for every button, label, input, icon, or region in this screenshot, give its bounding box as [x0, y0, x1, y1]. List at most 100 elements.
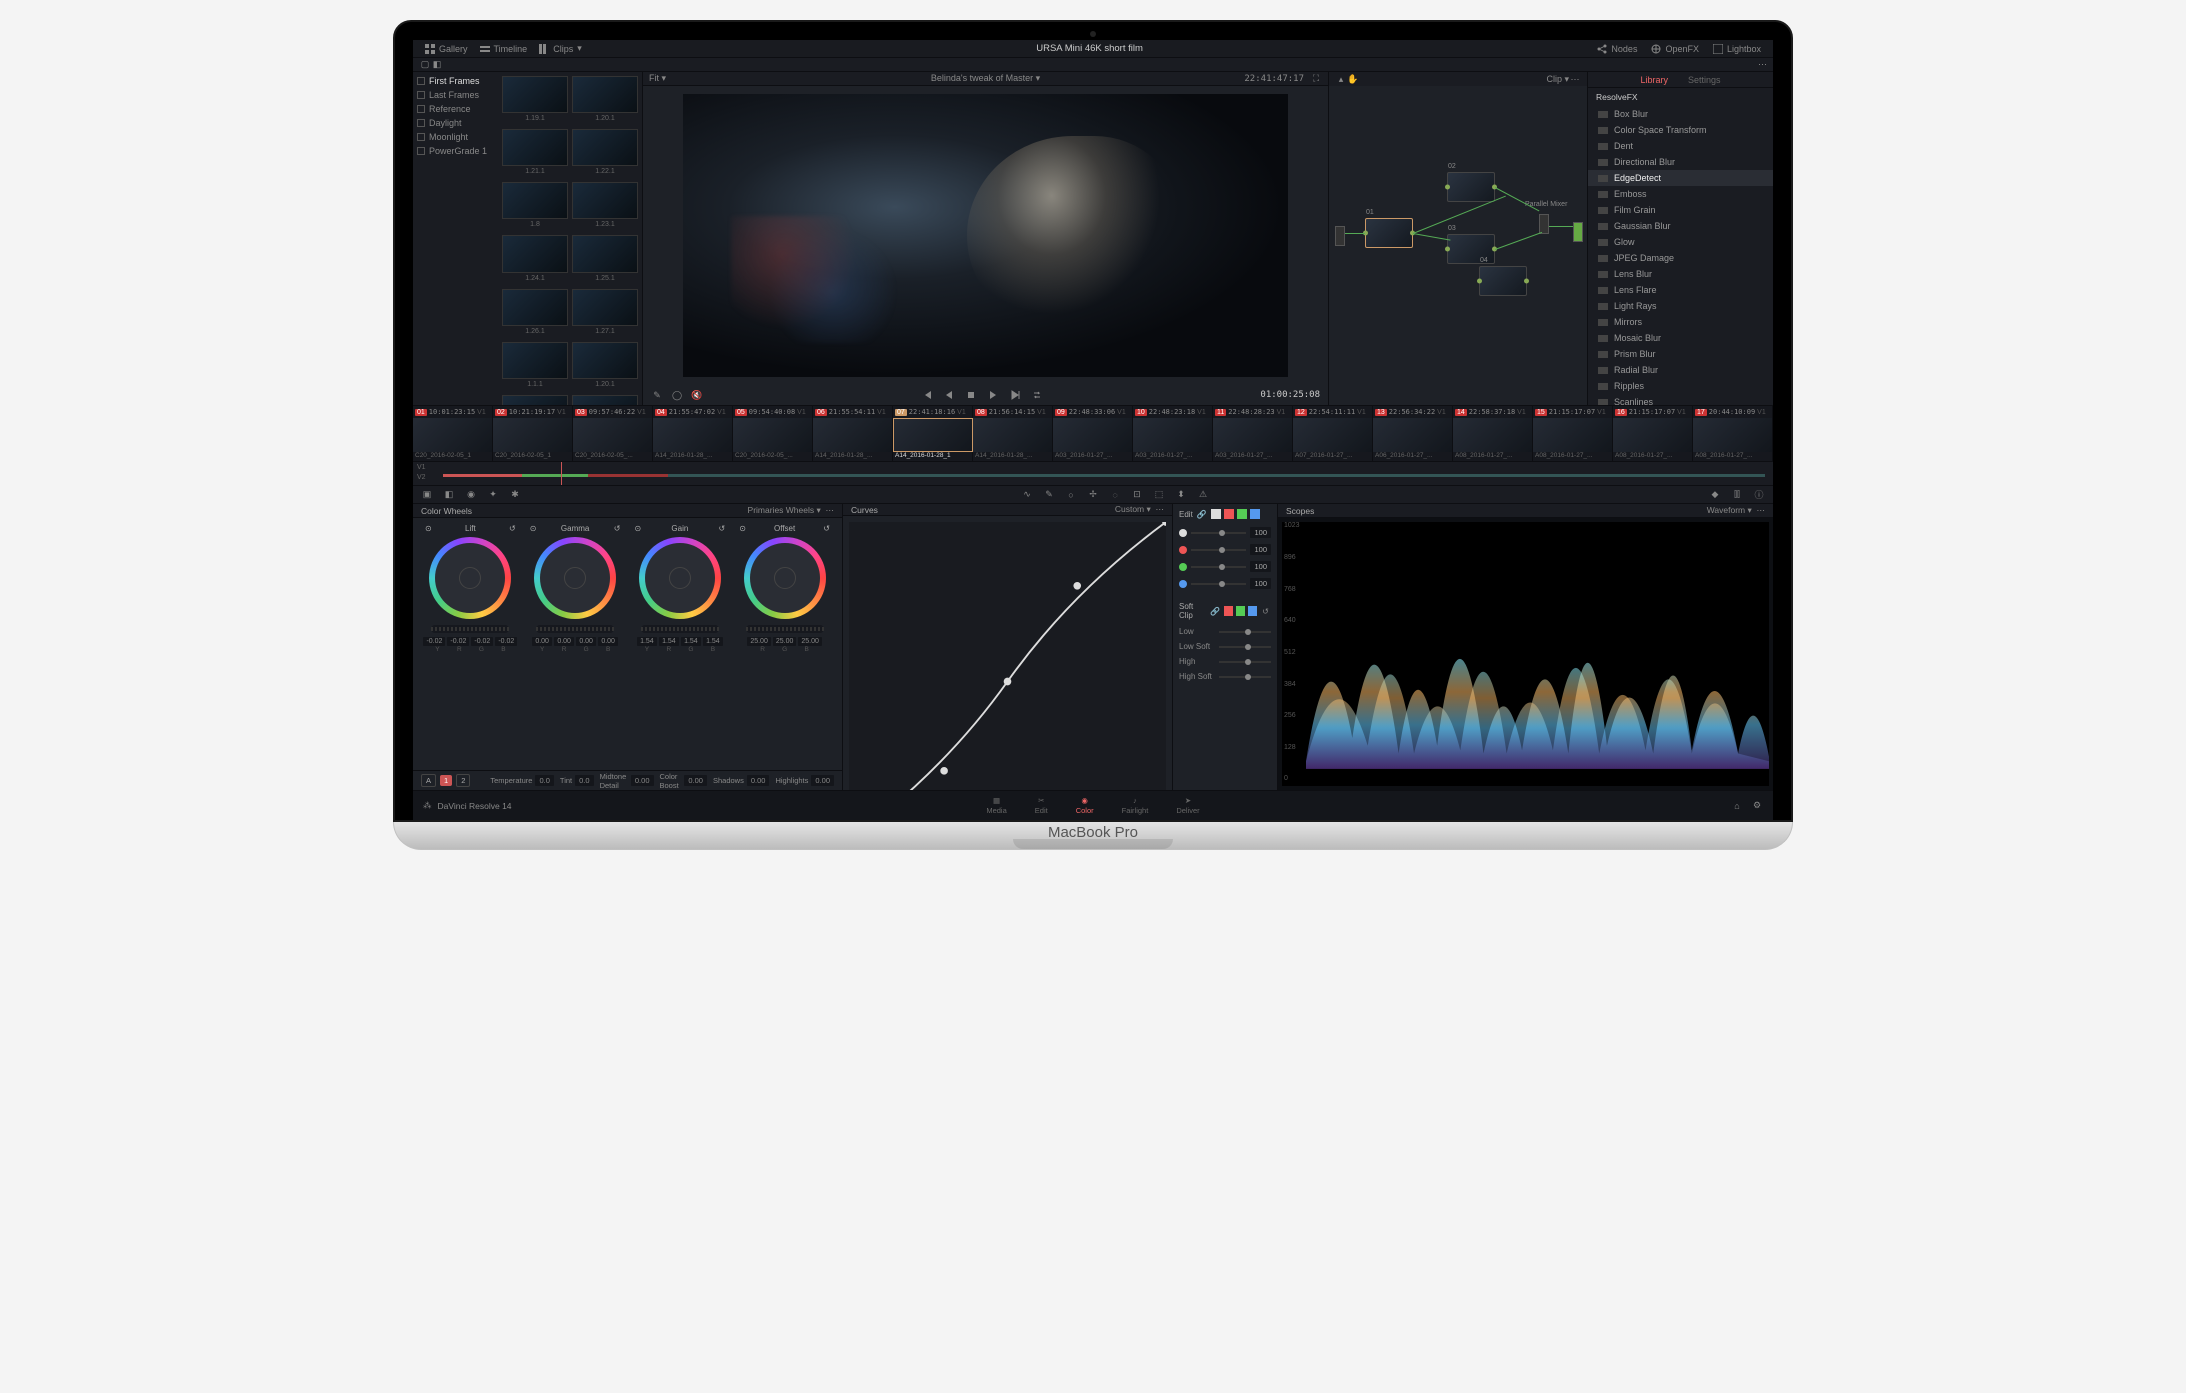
scopes-mode[interactable]: Waveform	[1707, 505, 1745, 515]
preset-2[interactable]: 2	[456, 774, 470, 787]
graph-input[interactable]	[1335, 226, 1345, 246]
clip-meta[interactable]: 1621:15:17:07V1	[1613, 406, 1693, 418]
wheels-icon[interactable]: ◉	[465, 489, 477, 501]
color-wheel[interactable]	[534, 537, 616, 619]
grade-name[interactable]: Belinda's tweak of Master ▾	[931, 73, 1040, 84]
fx-item[interactable]: Light Rays	[1588, 298, 1773, 314]
keyframe-icon[interactable]: ◆	[1709, 489, 1721, 501]
preset-1[interactable]: 1	[440, 775, 452, 786]
link-icon[interactable]: 🔗	[1196, 508, 1208, 520]
motion-icon[interactable]: ✱	[509, 489, 521, 501]
fx-item[interactable]: Mosaic Blur	[1588, 330, 1773, 346]
b-channel[interactable]	[1250, 509, 1260, 519]
color-wheel[interactable]	[639, 537, 721, 619]
clip-thumb[interactable]	[1293, 418, 1373, 452]
wheel-value[interactable]: 0.00	[554, 637, 574, 646]
wheel-value[interactable]: 1.54	[659, 637, 679, 646]
still-thumb[interactable]	[502, 235, 568, 272]
channel-intensity[interactable]: 100	[1173, 524, 1277, 541]
fx-item[interactable]: Directional Blur	[1588, 154, 1773, 170]
split-icon[interactable]: ◧	[431, 59, 443, 71]
rgb-mixer-icon[interactable]: ✦	[487, 489, 499, 501]
clip-thumb[interactable]	[1053, 418, 1133, 452]
wheel-value[interactable]: 0.00	[598, 637, 618, 646]
fx-item[interactable]: JPEG Damage	[1588, 250, 1773, 266]
clip-meta[interactable]: 1322:56:34:22V1	[1373, 406, 1453, 418]
node-02[interactable]: 02	[1447, 172, 1495, 202]
mini-timeline[interactable]: V1 V2	[413, 462, 1773, 486]
fx-item[interactable]: Prism Blur	[1588, 346, 1773, 362]
fx-item[interactable]: Dent	[1588, 138, 1773, 154]
clip-meta[interactable]: 0621:55:54:11V1	[813, 406, 893, 418]
adjust-temperature[interactable]: Temperature0.0	[490, 772, 554, 790]
playhead[interactable]	[561, 462, 562, 485]
fx-item[interactable]: Glow	[1588, 234, 1773, 250]
still-thumb[interactable]	[572, 289, 638, 326]
fx-item[interactable]: Emboss	[1588, 186, 1773, 202]
adjust-midtone-detail[interactable]: Midtone Detail0.00	[600, 772, 654, 790]
clip-meta[interactable]: 1422:58:37:18V1	[1453, 406, 1533, 418]
album-item[interactable]: First Frames	[415, 74, 496, 88]
clip-thumb[interactable]	[1213, 418, 1293, 452]
clip-thumb[interactable]	[1133, 418, 1213, 452]
info-icon[interactable]: ⓘ	[1753, 489, 1765, 501]
wheel-value[interactable]: 25.00	[747, 637, 771, 646]
master-jog[interactable]	[641, 625, 719, 633]
curves-icon[interactable]: ∿	[1021, 489, 1033, 501]
fx-item[interactable]: Box Blur	[1588, 106, 1773, 122]
home-icon[interactable]: ⌂	[1731, 800, 1743, 812]
wheel-value[interactable]: 25.00	[773, 637, 797, 646]
master-jog[interactable]	[746, 625, 824, 633]
clip-meta[interactable]: 0110:01:23:15V1	[413, 406, 493, 418]
still-thumb[interactable]	[502, 395, 568, 406]
album-item[interactable]: Reference	[415, 102, 496, 116]
sc-g[interactable]	[1236, 606, 1245, 616]
y-channel[interactable]	[1211, 509, 1221, 519]
master-jog[interactable]	[536, 625, 614, 633]
channel-intensity[interactable]: 100	[1173, 558, 1277, 575]
fx-item[interactable]: Film Grain	[1588, 202, 1773, 218]
wheel-value[interactable]: -0.02	[495, 637, 517, 646]
wheel-picker-icon[interactable]: ⊙	[425, 524, 432, 533]
wheel-picker-icon[interactable]: ⊙	[635, 524, 642, 533]
wheel-picker-icon[interactable]: ⊙	[739, 524, 746, 533]
curves-mode[interactable]: Custom	[1115, 504, 1144, 514]
wheel-value[interactable]: -0.02	[471, 637, 493, 646]
nav-color[interactable]: ◉Color	[1076, 796, 1094, 815]
softclip-high-soft[interactable]: High Soft	[1173, 669, 1277, 684]
still-thumb[interactable]	[572, 395, 638, 406]
clip-thumb[interactable]	[1373, 418, 1453, 452]
still-thumb[interactable]	[572, 342, 638, 379]
fx-item[interactable]: Color Space Transform	[1588, 122, 1773, 138]
fx-item[interactable]: Gaussian Blur	[1588, 218, 1773, 234]
parallel-mixer[interactable]	[1539, 214, 1549, 234]
fx-item[interactable]: Lens Flare	[1588, 282, 1773, 298]
link-icon[interactable]: 🔗	[1210, 605, 1221, 617]
clip-thumb[interactable]	[893, 418, 973, 452]
node-01[interactable]: 01	[1365, 218, 1413, 248]
clip-thumb[interactable]	[1533, 418, 1613, 452]
tab-settings[interactable]: Settings	[1684, 73, 1725, 87]
clip-meta[interactable]: 0509:54:40:08V1	[733, 406, 813, 418]
fx-item[interactable]: Mirrors	[1588, 314, 1773, 330]
clip-thumb[interactable]	[973, 418, 1053, 452]
camera-raw-icon[interactable]: ▣	[421, 489, 433, 501]
clips-toggle[interactable]: Clips▾	[533, 41, 588, 56]
clip-thumb[interactable]	[493, 418, 573, 452]
clip-meta[interactable]: 1122:48:28:23V1	[1213, 406, 1293, 418]
node-options-icon[interactable]: ⋯	[1569, 73, 1581, 85]
gallery-toggle[interactable]: Gallery	[419, 42, 474, 56]
color-wheel[interactable]	[429, 537, 511, 619]
clip-meta[interactable]: 1720:44:10:09V1	[1693, 406, 1773, 418]
mute-icon[interactable]: 🔇	[691, 389, 703, 401]
clip-thumb[interactable]	[813, 418, 893, 452]
wheel-picker-icon[interactable]: ⊙	[530, 524, 537, 533]
clip-meta[interactable]: 0922:48:33:06V1	[1053, 406, 1133, 418]
expand-icon[interactable]: ⛶	[1310, 73, 1322, 85]
clip-menu[interactable]: Clip ▾	[1546, 74, 1569, 85]
wheel-reset-icon[interactable]: ↺	[614, 524, 621, 533]
adjust-shadows[interactable]: Shadows0.00	[713, 772, 769, 790]
still-thumb[interactable]	[572, 129, 638, 166]
color-wheel[interactable]	[744, 537, 826, 619]
adjust-highlights[interactable]: Highlights0.00	[775, 772, 834, 790]
